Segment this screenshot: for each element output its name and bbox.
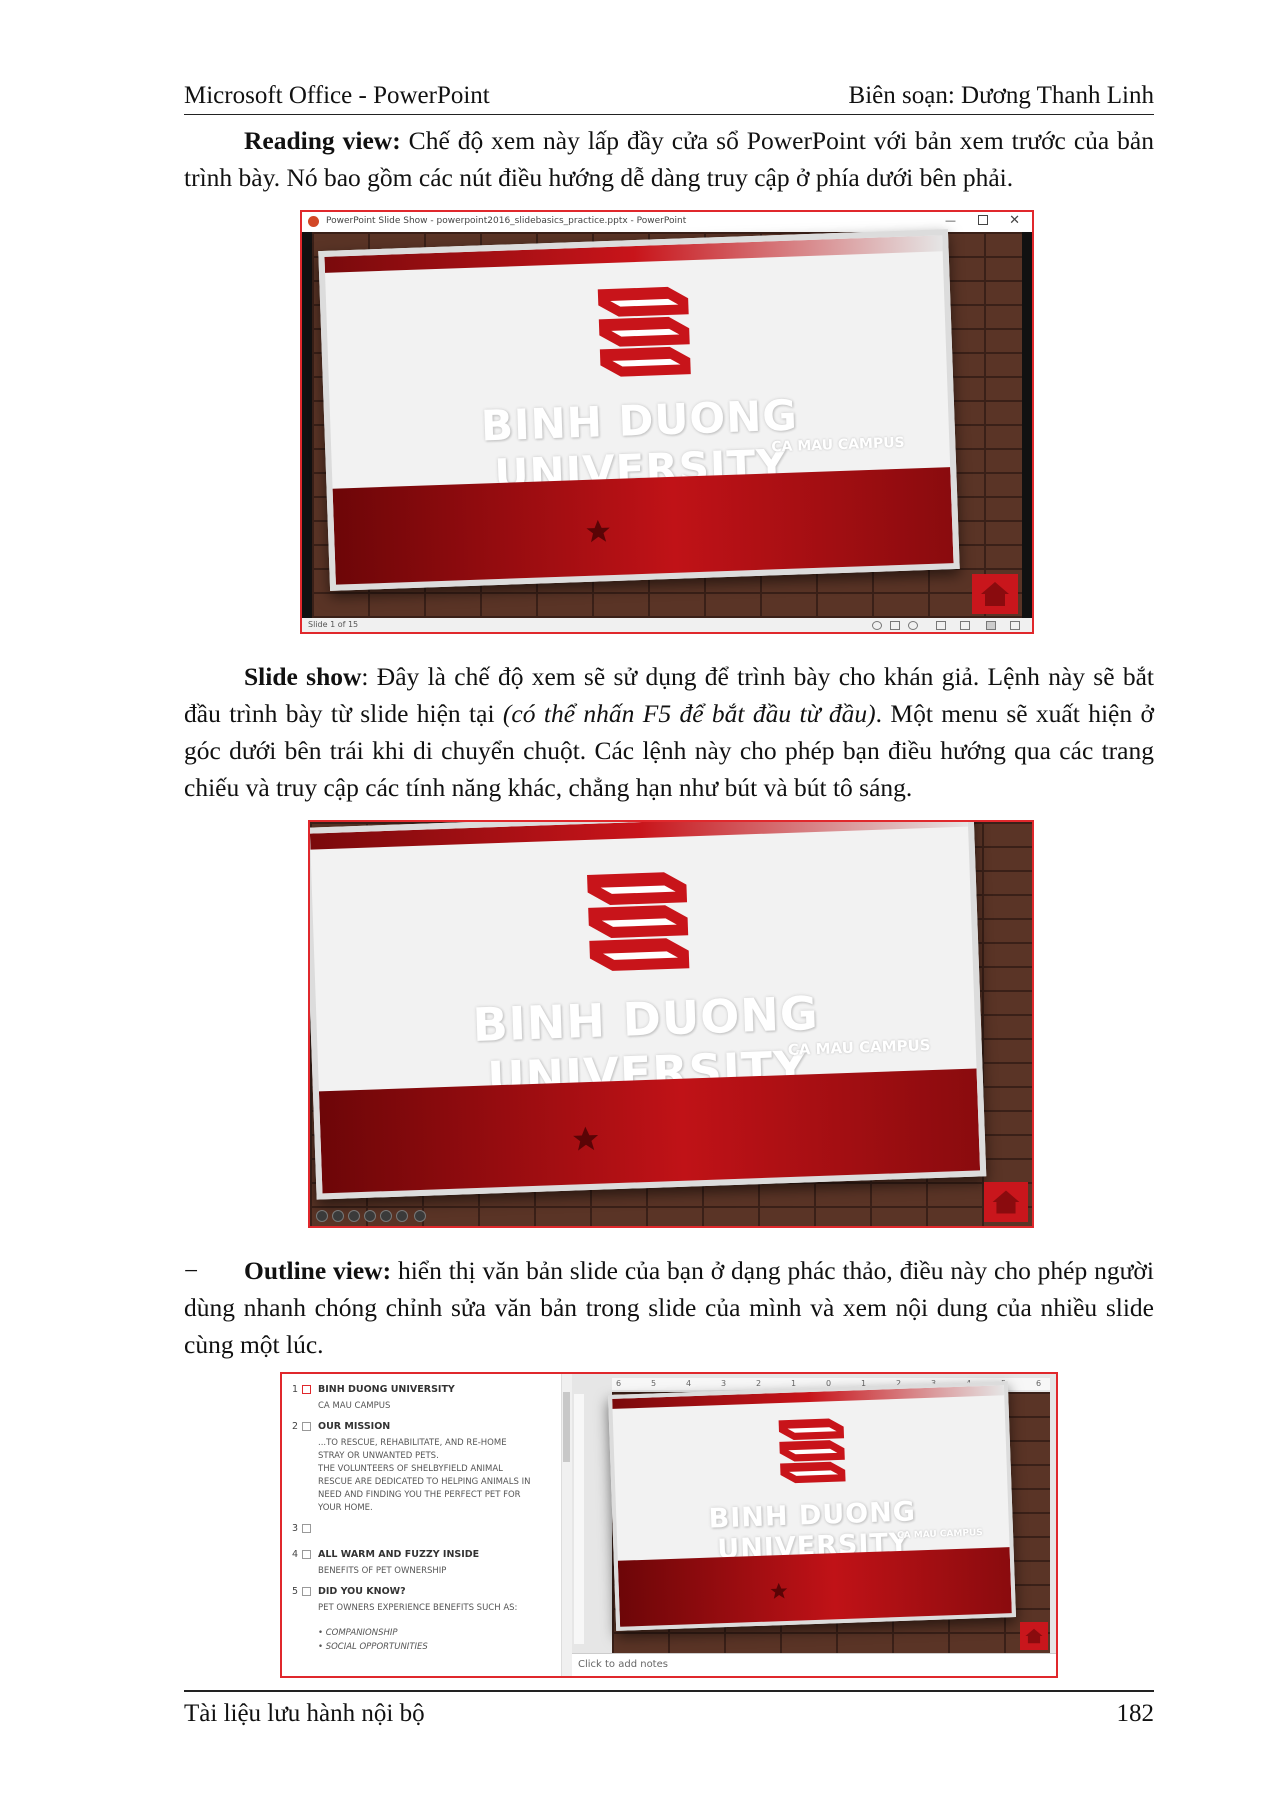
slide-viewport: BINH DUONG UNIVERSITY CA MAU CAMPUS [302, 229, 1032, 618]
normal-view-icon[interactable] [936, 621, 946, 630]
next-slide-icon[interactable] [332, 1210, 344, 1222]
slide-red-band [617, 1547, 1012, 1631]
next-icon[interactable] [908, 621, 918, 630]
outline-slide-number: 2 [292, 1421, 299, 1432]
reading-view-icon[interactable] [986, 621, 996, 630]
page-footer: Tài liệu lưu hành nội bộ 182 [184, 1690, 1154, 1727]
ruler-label: 3 [721, 1379, 727, 1388]
slide-show-text-italic: (có thể nhấn F5 để bắt đầu từ đầu) [502, 699, 876, 728]
slide-show-paragraph: Slide show: Đây là chế độ xem sẽ sử dụng… [184, 658, 1154, 806]
page-header: Microsoft Office - PowerPoint Biên soạn:… [184, 78, 1154, 115]
ruler-label: 5 [651, 1379, 657, 1388]
reading-view-screenshot: PowerPoint Slide Show - powerpoint2016_s… [300, 210, 1034, 634]
slide-1-thumbnail[interactable]: BINH DUONG UNIVERSITY CA MAU CAMPUS [608, 1381, 1016, 1631]
outline-text-line[interactable]: PET OWNERS EXPERIENCE BENEFITS SUCH AS: [318, 1602, 517, 1615]
more-options-icon[interactable] [414, 1210, 426, 1222]
slide-red-band [332, 467, 954, 589]
ruler-label: 1 [791, 1379, 797, 1388]
outline-slide-number: 5 [292, 1586, 299, 1597]
outline-view-paragraph: − Outline view: hiển thị văn bản slide củ… [184, 1252, 1154, 1363]
slide-icon[interactable] [302, 1385, 311, 1394]
outline-text-line[interactable]: CA MAU CAMPUS [318, 1400, 390, 1413]
header-left: Microsoft Office - PowerPoint [184, 82, 490, 109]
page-number: 182 [1116, 1700, 1155, 1727]
outline-slide-number: 1 [292, 1384, 299, 1395]
book-stack-icon [597, 286, 691, 377]
status-bar: Slide 1 of 15 [302, 618, 1032, 632]
outline-slide-title[interactable]: BINH DUONG UNIVERSITY [318, 1384, 455, 1395]
minimize-icon[interactable]: — [945, 214, 956, 227]
slide-show-screenshot: BINH DUONG UNIVERSITY CA MAU CAMPUS [308, 820, 1034, 1228]
outline-slide-number: 3 [292, 1523, 299, 1534]
outline-text-line[interactable]: THE VOLUNTEERS OF SHELBYFIELD ANIMAL [318, 1463, 503, 1476]
outline-view-term: Outline view: [244, 1256, 392, 1285]
previous-slide-icon[interactable] [316, 1210, 328, 1222]
outline-pane[interactable]: 1 BINH DUONG UNIVERSITY CA MAU CAMPUS 2 OUR … [282, 1374, 573, 1676]
slide-show-term: Slide show [244, 662, 362, 691]
outline-text-line[interactable]: BENEFITS OF PET OWNERSHIP [318, 1565, 446, 1578]
header-right: Biên soạn: Dương Thanh Linh [848, 82, 1154, 109]
subtitles-icon[interactable] [396, 1210, 408, 1222]
slide-1: BINH DUONG UNIVERSITY CA MAU CAMPUS [310, 822, 987, 1200]
outline-bullet[interactable]: • COMPANIONSHIP [318, 1627, 398, 1640]
notes-pane[interactable]: Click to add notes [572, 1653, 1056, 1676]
outline-slide-title[interactable]: DID YOU KNOW? [318, 1586, 406, 1597]
outline-text-line[interactable]: NEED AND FINDING YOU THE PERFECT PET FOR [318, 1489, 521, 1502]
outline-text-line[interactable]: STRAY OR UNWANTED PETS. [318, 1450, 439, 1463]
slide-editor-pane: 6543210123456 BINH DUONG UNIVERSITY CA M… [572, 1374, 1056, 1676]
reading-view-paragraph: Reading view: Chế độ xem này lấp đầy cửa… [184, 122, 1154, 196]
reading-view-term: Reading view: [244, 126, 401, 155]
window-title: PowerPoint Slide Show - powerpoint2016_s… [326, 216, 687, 226]
star-icon [586, 519, 610, 543]
dash-bullet: − [184, 1256, 199, 1285]
outline-slide-title[interactable]: OUR MISSION [318, 1421, 390, 1432]
book-stack-icon [587, 872, 690, 971]
footer-left: Tài liệu lưu hành nội bộ [184, 1700, 425, 1727]
close-icon[interactable]: ✕ [1009, 213, 1020, 228]
outline-slide-title[interactable]: ALL WARM AND FUZZY INSIDE [318, 1549, 479, 1560]
home-icon[interactable] [972, 574, 1018, 614]
pen-icon[interactable] [348, 1210, 360, 1222]
ruler-label: 4 [686, 1379, 692, 1388]
see-all-slides-icon[interactable] [364, 1210, 376, 1222]
outline-slide-number: 4 [292, 1549, 299, 1560]
slide-icon[interactable] [302, 1524, 311, 1533]
slide-icon[interactable] [302, 1422, 311, 1431]
outline-text-line[interactable]: ...TO RESCUE, REHABILITATE, AND RE-HOME [318, 1437, 507, 1450]
ruler-label: 6 [1036, 1379, 1042, 1388]
slide-counter: Slide 1 of 15 [308, 620, 359, 629]
star-icon [770, 1582, 788, 1599]
outline-text-line[interactable]: YOUR HOME. [318, 1502, 373, 1515]
menu-icon[interactable] [890, 621, 900, 630]
slide-1: BINH DUONG UNIVERSITY CA MAU CAMPUS [318, 229, 960, 591]
star-icon [573, 1126, 599, 1151]
outline-scrollbar[interactable] [561, 1374, 572, 1676]
vertical-ruler [574, 1394, 584, 1644]
powerpoint-icon [308, 216, 319, 227]
outline-bullet[interactable]: • SOCIAL OPPORTUNITIES [318, 1641, 428, 1654]
previous-icon[interactable] [872, 621, 882, 630]
book-stack-icon [778, 1418, 846, 1484]
zoom-icon[interactable] [380, 1210, 392, 1222]
slide-icon[interactable] [302, 1550, 311, 1559]
home-icon[interactable] [984, 1182, 1028, 1222]
maximize-icon[interactable] [978, 215, 988, 225]
home-icon[interactable] [1020, 1622, 1048, 1650]
outline-text-line[interactable]: RESCUE ARE DEDICATED TO HELPING ANIMALS … [318, 1476, 530, 1489]
slide-top-bar [310, 822, 969, 850]
scrollbar-thumb[interactable] [563, 1392, 570, 1462]
slide-sorter-icon[interactable] [960, 621, 970, 630]
notes-placeholder[interactable]: Click to add notes [578, 1659, 668, 1670]
outline-view-screenshot: 1 BINH DUONG UNIVERSITY CA MAU CAMPUS 2 OUR … [280, 1372, 1058, 1678]
ruler-label: 2 [756, 1379, 762, 1388]
slide-show-icon[interactable] [1010, 621, 1020, 630]
slide-icon[interactable] [302, 1587, 311, 1596]
ruler-label: 6 [616, 1379, 622, 1388]
